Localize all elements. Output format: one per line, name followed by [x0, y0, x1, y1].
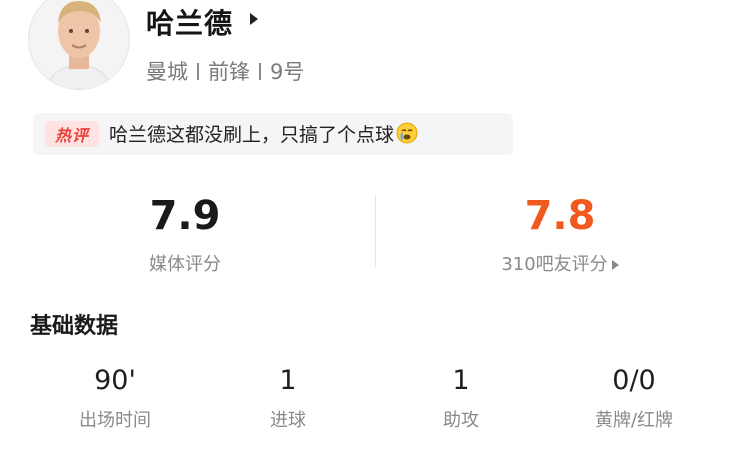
hot-comment[interactable]: 热评 哈兰德这都没刷上，只搞了个点球 — [33, 113, 513, 155]
meta-divider — [197, 62, 199, 80]
stat-label: 出场时间 — [79, 410, 151, 431]
stat-goals: 1 进球 — [213, 364, 363, 432]
fan-rating-label-text: 310吧友评分 — [501, 254, 608, 275]
player-number: 9号 — [270, 60, 305, 84]
rating-divider — [375, 195, 376, 267]
stat-assists: 1 助攻 — [386, 364, 536, 432]
stat-value: 1 — [279, 365, 297, 396]
stat-label: 黄牌/红牌 — [594, 410, 674, 431]
stat-label: 进球 — [270, 410, 306, 431]
media-rating-label: 媒体评分 — [149, 254, 221, 275]
player-name[interactable]: 哈兰德 — [146, 2, 233, 42]
player-team: 曼城 — [146, 60, 188, 84]
hot-comment-tag: 热评 — [45, 121, 99, 147]
section-title-basic-stats: 基础数据 — [30, 314, 119, 339]
hot-comment-content: 哈兰德这都没刷上，只搞了个点球 — [109, 123, 395, 146]
media-rating: 7.9 媒体评分 — [105, 192, 265, 276]
meta-divider — [259, 62, 261, 80]
player-avatar[interactable] — [28, 0, 130, 90]
fan-rating[interactable]: 7.8 310吧友评分 — [470, 192, 650, 276]
stat-cards: 0/0 黄牌/红牌 — [559, 364, 709, 432]
caret-right-icon — [611, 260, 619, 270]
stat-value: 1 — [452, 365, 470, 396]
hot-comment-text: 哈兰德这都没刷上，只搞了个点球 — [109, 120, 418, 149]
stat-label: 助攻 — [443, 410, 479, 431]
stat-minutes: 90' 出场时间 — [40, 364, 190, 432]
player-photo — [29, 0, 129, 89]
caret-right-icon[interactable] — [250, 13, 258, 25]
fan-rating-label[interactable]: 310吧友评分 — [470, 250, 650, 276]
stat-value: 90' — [94, 365, 136, 396]
stat-value: 0/0 — [612, 365, 656, 396]
player-position: 前锋 — [208, 60, 250, 84]
media-rating-value: 7.9 — [149, 193, 221, 239]
fan-rating-value: 7.8 — [524, 193, 596, 239]
crying-face-icon — [396, 122, 418, 149]
player-meta: 曼城 前锋 9号 — [146, 56, 304, 86]
